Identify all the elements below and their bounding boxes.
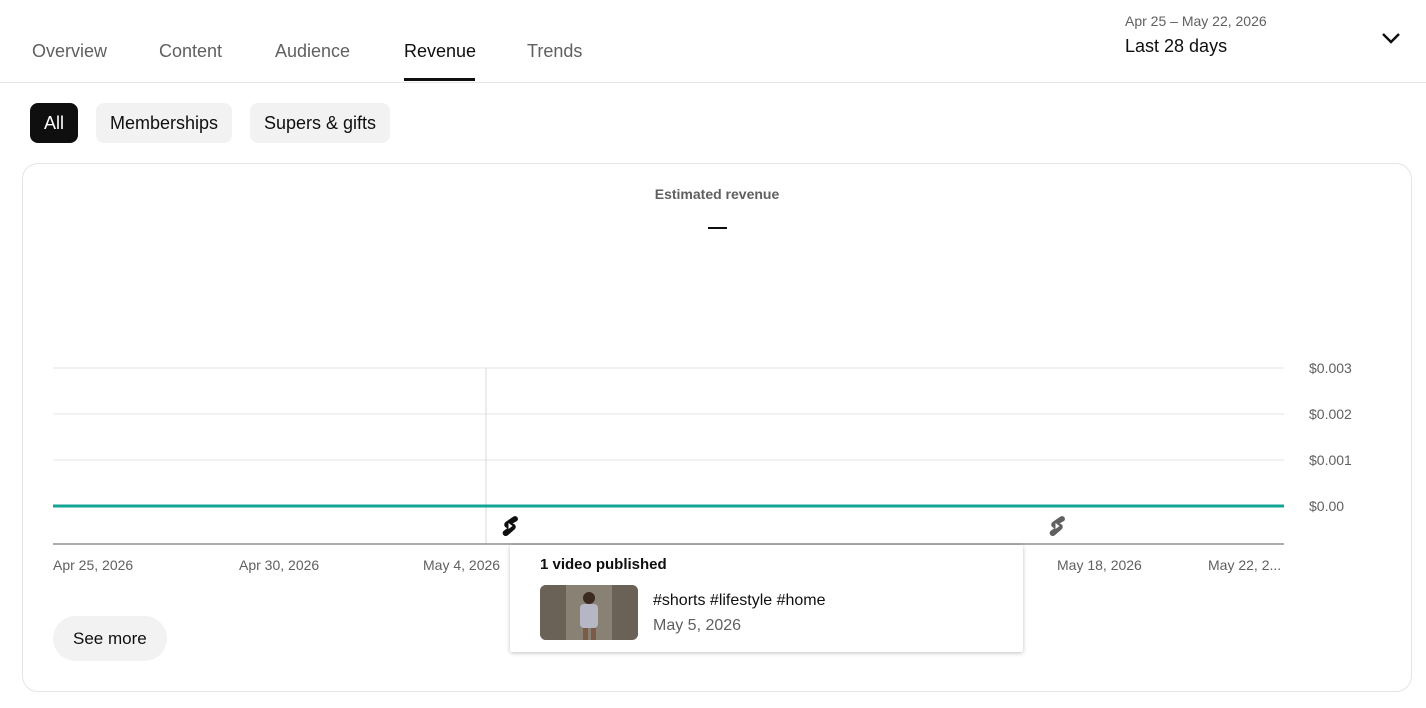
- tooltip-video-date: May 5, 2026: [653, 617, 742, 634]
- video-published-tooltip: 1 video published #shorts #lifestyle #ho…: [510, 545, 1023, 652]
- shorts-icon[interactable]: [500, 515, 520, 537]
- tab-overview[interactable]: Overview: [32, 41, 107, 62]
- chip-supers-gifts[interactable]: Supers & gifts: [250, 103, 391, 143]
- tab-content[interactable]: Content: [159, 41, 222, 62]
- date-range-text: Apr 25 – May 22, 2026: [1125, 13, 1267, 29]
- metric-title: Estimated revenue: [654, 186, 780, 202]
- shorts-icon[interactable]: [1047, 515, 1067, 537]
- tab-audience[interactable]: Audience: [275, 41, 350, 62]
- video-thumbnail[interactable]: [540, 585, 638, 640]
- chip-all[interactable]: All: [30, 103, 79, 143]
- tooltip-title: 1 video published: [540, 556, 667, 573]
- chevron-down-icon[interactable]: [1378, 26, 1404, 50]
- metric-value-dash: [708, 227, 727, 229]
- active-tab-indicator: [404, 78, 475, 81]
- see-more-button[interactable]: See more: [53, 616, 167, 661]
- tab-trends[interactable]: Trends: [527, 41, 582, 62]
- tab-revenue[interactable]: Revenue: [404, 41, 476, 62]
- tooltip-video-title[interactable]: #shorts #lifestyle #home: [653, 592, 826, 610]
- date-period-label[interactable]: Last 28 days: [1125, 36, 1227, 57]
- chip-memberships[interactable]: Memberships: [96, 103, 233, 143]
- top-bar: Overview Content Audience Revenue Trends…: [0, 0, 1426, 83]
